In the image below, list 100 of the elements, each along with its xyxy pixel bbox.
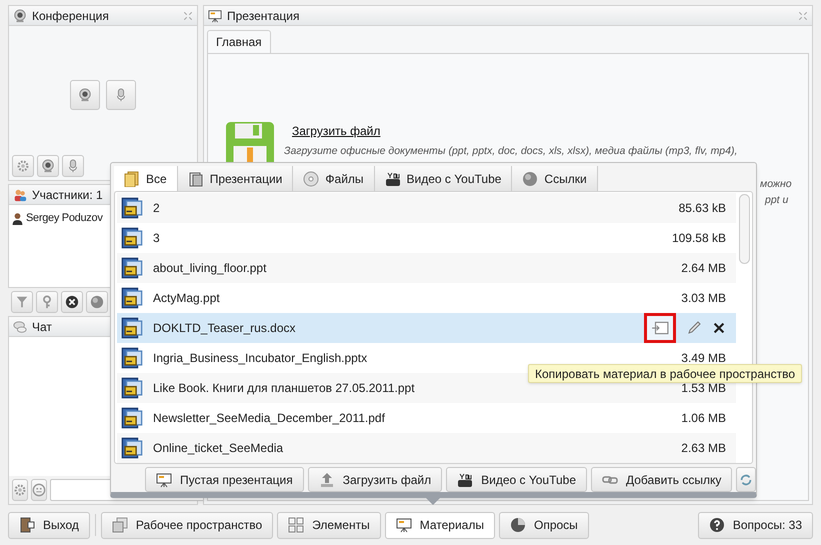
collapse-icon — [798, 10, 808, 20]
close-icon — [65, 295, 79, 309]
file-icon — [121, 437, 143, 459]
document-icon — [188, 170, 204, 186]
file-icon — [121, 347, 143, 369]
copy-button[interactable] — [644, 313, 676, 343]
description-text: Загрузите офисные документы (ppt, pptx, doc, docs, xls, xlsx), медиа файлы (mp3, flv, mp4), — [284, 145, 738, 157]
copy-icon — [651, 319, 669, 337]
webcam-settings-button[interactable] — [37, 155, 59, 177]
file-size: 1.53 MB — [681, 380, 726, 397]
delete-button[interactable] — [712, 321, 726, 335]
easel-icon — [156, 472, 172, 488]
globe-icon — [522, 170, 538, 186]
exit-icon — [19, 517, 35, 533]
globe-icon — [90, 295, 104, 309]
file-size: 2.63 MB — [681, 440, 726, 457]
tab[interactable]: Видео с YouTube — [374, 166, 512, 191]
filter-icon — [15, 295, 29, 309]
action-button[interactable]: Загрузить файл — [308, 467, 442, 492]
file-icon — [121, 407, 143, 429]
file-icon — [121, 377, 143, 399]
microphone-button[interactable] — [106, 80, 136, 110]
file-size: 85.63 kB — [678, 200, 726, 217]
refresh-icon — [739, 472, 754, 486]
folders-icon — [124, 170, 140, 186]
layers-icon — [112, 517, 128, 533]
description-text: ppt и — [765, 193, 788, 208]
user-icon — [11, 212, 24, 225]
chat-icon — [13, 320, 27, 334]
tab[interactable]: Главная — [207, 30, 271, 54]
panel-title: Участники: 1 — [32, 186, 103, 204]
toolbar-button[interactable]: Материалы — [384, 512, 495, 538]
disc-icon — [303, 170, 320, 186]
delete-icon — [712, 321, 726, 335]
emoji-icon — [32, 483, 46, 497]
webcam-icon — [78, 88, 92, 102]
toolbar-button[interactable]: Выход — [8, 512, 90, 538]
file-size: 3.03 MB — [681, 290, 726, 307]
upload-icon — [318, 472, 335, 488]
file-icon — [121, 257, 143, 279]
toolbar-button[interactable]: Рабочее пространство — [100, 512, 274, 538]
panel-title: Чат — [32, 318, 52, 336]
description-text: можно — [760, 177, 792, 192]
pie-chart-icon — [510, 517, 526, 533]
file-icon — [121, 197, 143, 219]
scrollbar-thumb[interactable] — [739, 194, 750, 264]
action-button[interactable]: Видео с YouTube — [446, 467, 587, 492]
microphone-icon — [114, 88, 128, 102]
microphone-settings-button[interactable] — [62, 155, 84, 177]
tab[interactable]: Презентации — [178, 166, 294, 191]
tab[interactable]: Ссылки — [512, 166, 598, 191]
youtube-icon — [457, 472, 474, 488]
upload-file-link[interactable]: Загрузить файл — [292, 124, 380, 138]
file-name: ActyMag.ppt — [153, 290, 221, 307]
settings-icon — [13, 483, 27, 497]
file-name: 2 — [153, 200, 161, 217]
webcam-button[interactable] — [70, 80, 100, 110]
file-name: Like Book. Книги для планшетов 27.05.2011.ppt — [153, 380, 416, 397]
popup-pointer-icon — [426, 498, 440, 505]
file-size: 1.06 MB — [681, 410, 726, 427]
file-name: Online_ticket_SeeMedia — [153, 440, 284, 457]
settings-button[interactable] — [12, 479, 28, 501]
webcam-settings-icon — [41, 159, 55, 173]
key-icon — [40, 295, 54, 309]
file-row[interactable]: 2 85.63 kB — [117, 193, 736, 223]
toolbar-button[interactable]: Элементы — [277, 512, 381, 538]
file-row[interactable]: about_living_floor.ppt 2.64 MB — [117, 253, 736, 283]
panel-title: Презентация — [227, 8, 300, 24]
file-icon — [121, 317, 143, 339]
file-size: 2.64 MB — [681, 260, 726, 277]
toolbar-button[interactable]: Опросы — [498, 512, 589, 538]
file-icon — [121, 227, 143, 249]
file-row[interactable]: DOKLTD_Teaser_rus.docx — [117, 313, 736, 343]
easel-icon — [396, 517, 412, 533]
file-row[interactable]: Online_ticket_SeeMedia 2.63 MB — [117, 433, 736, 463]
action-button[interactable]: Добавить ссылку — [591, 467, 732, 492]
questions-button[interactable]: Вопросы: 33 — [698, 512, 813, 538]
grid-icon — [288, 517, 304, 533]
participant-name[interactable]: Sergey Poduzov — [26, 210, 103, 226]
file-size: 109.58 kB — [672, 230, 726, 247]
file-name: Newsletter_SeeMedia_December_2011.pdf — [153, 410, 386, 427]
filter-button[interactable] — [11, 291, 33, 313]
file-icon — [121, 287, 143, 309]
tooltip: Копировать материал в рабочее пространство — [528, 364, 802, 383]
close-button[interactable] — [61, 291, 83, 313]
youtube-icon — [384, 170, 401, 186]
emoji-button[interactable] — [31, 479, 47, 501]
pencil-icon — [686, 320, 702, 336]
file-name: about_living_floor.ppt — [153, 260, 268, 277]
edit-button[interactable] — [686, 320, 702, 336]
tab[interactable]: Все — [114, 166, 178, 191]
action-button[interactable]: Пустая презентация — [145, 467, 304, 492]
microphone-settings-icon — [66, 159, 80, 173]
tab[interactable]: Файлы — [293, 166, 375, 191]
file-name: Ingria_Business_Incubator_English.pptx — [153, 350, 368, 367]
file-name: DOKLTD_Teaser_rus.docx — [153, 320, 296, 337]
people-icon — [13, 188, 27, 202]
settings-icon — [16, 159, 30, 173]
refresh-button[interactable] — [736, 467, 756, 492]
file-name: 3 — [153, 230, 161, 247]
